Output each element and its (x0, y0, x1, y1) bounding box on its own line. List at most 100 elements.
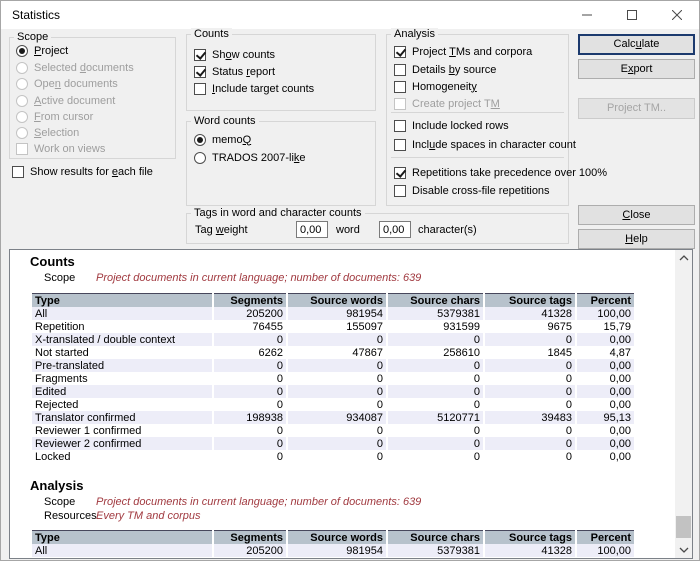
checkbox-show-counts[interactable]: Show counts (194, 47, 275, 62)
table-row: Edited00000,00 (32, 385, 634, 398)
table-row: All205200981954537938141328100,00 (32, 307, 634, 320)
table-cell: 0,00 (577, 372, 634, 385)
scrollbar-down-button[interactable] (675, 542, 692, 558)
table-cell: 0 (485, 398, 575, 411)
table-cell: 5379381 (388, 307, 483, 320)
table-cell: 0,00 (577, 385, 634, 398)
counts-group-label: Counts (191, 28, 232, 40)
radio-from-cursor[interactable]: From cursor (16, 109, 93, 124)
checkbox-homogeneity[interactable]: Homogeneity (394, 79, 477, 94)
radio-indicator (194, 134, 206, 146)
tag-weight-char-input[interactable] (379, 221, 411, 238)
scrollbar-up-button[interactable] (675, 250, 692, 266)
checkbox-label: Homogeneity (412, 81, 477, 93)
minimize-button[interactable] (564, 1, 609, 29)
table-cell: 0 (485, 450, 575, 463)
checkbox-label: Details by source (412, 64, 496, 76)
close-button[interactable] (654, 1, 699, 29)
table-cell: 0 (485, 372, 575, 385)
table-cell: 0 (485, 437, 575, 450)
table-cell: 47867 (288, 346, 386, 359)
checkbox-include-locked-rows[interactable]: Include locked rows (394, 118, 509, 133)
checkbox-label: Work on views (34, 143, 105, 155)
results-scrollbar[interactable] (675, 250, 692, 558)
help-button[interactable]: Help (578, 229, 695, 249)
radio-active-document[interactable]: Active document (16, 93, 115, 108)
counts-scope-label: Scope (44, 272, 75, 284)
close-button-action[interactable]: Close (578, 205, 695, 225)
table-cell: 5379381 (388, 544, 483, 557)
table-cell: 0 (214, 437, 286, 450)
checkbox-details-by-source[interactable]: Details by source (394, 62, 496, 77)
checkbox-indicator (394, 46, 406, 58)
radio-memoq[interactable]: memoQ (194, 132, 251, 147)
table-cell: Reviewer 2 confirmed (32, 437, 212, 450)
column-header: Source words (288, 530, 386, 544)
table-cell: Locked (32, 450, 212, 463)
table-cell: 0 (288, 437, 386, 450)
column-header: Source chars (388, 530, 483, 544)
table-cell: 205200 (214, 307, 286, 320)
close-icon (672, 10, 682, 20)
column-header: Percent (577, 293, 634, 307)
table-cell: 9675 (485, 320, 575, 333)
table-row: Fragments00000,00 (32, 372, 634, 385)
separator (391, 157, 564, 158)
radio-indicator (16, 95, 28, 107)
table-cell: 981954 (288, 307, 386, 320)
radio-label: Selected documents (34, 62, 134, 74)
radio-label: TRADOS 2007-like (212, 152, 306, 164)
table-cell: 0 (214, 372, 286, 385)
table-cell: All (32, 544, 212, 557)
radio-selected-documents[interactable]: Selected documents (16, 60, 134, 75)
checkbox-show-results-each-file[interactable]: Show results for each file (12, 164, 153, 179)
project-tm-button[interactable]: Project TM.. (578, 98, 695, 119)
titlebar[interactable]: Statistics (1, 1, 699, 29)
maximize-button[interactable] (609, 1, 654, 29)
scrollbar-thumb[interactable] (676, 516, 691, 538)
table-cell: Fragments (32, 372, 212, 385)
table-cell: 0 (288, 372, 386, 385)
checkbox-label: Create project TM (412, 98, 500, 110)
checkbox-label: Repetitions take precedence over 100% (412, 167, 607, 179)
checkbox-status-report[interactable]: Status report (194, 64, 275, 79)
tags-group-label: Tags in word and character counts (191, 207, 365, 219)
table-row: Translator confirmed19893893408751207713… (32, 411, 634, 424)
checkbox-label: Show results for each file (30, 166, 153, 178)
table-cell: 0 (388, 398, 483, 411)
checkbox-label: Status report (212, 66, 275, 78)
export-button[interactable]: Export (578, 59, 695, 79)
checkbox-work-on-views[interactable]: Work on views (16, 141, 105, 156)
table-row: Reviewer 2 confirmed00000,00 (32, 437, 634, 450)
tag-weight-word-input[interactable] (296, 221, 328, 238)
table-cell: 41328 (485, 544, 575, 557)
checkbox-label: Include target counts (212, 83, 314, 95)
radio-open-documents[interactable]: Open documents (16, 76, 118, 91)
table-cell: 0 (214, 359, 286, 372)
radio-indicator (194, 152, 206, 164)
analysis-heading: Analysis (30, 478, 83, 493)
checkbox-include-spaces-in-character-count[interactable]: Include spaces in character count (394, 137, 576, 152)
word-unit-label: word (336, 224, 360, 236)
table-cell: 198938 (214, 411, 286, 424)
table-cell: 6262 (214, 346, 286, 359)
table-cell: Rejected (32, 398, 212, 411)
column-header: Source tags (485, 530, 575, 544)
table-row: X-translated / double context00000,00 (32, 333, 634, 346)
checkbox-create-project-tm[interactable]: Create project TM (394, 96, 500, 111)
table-cell: 100,00 (577, 307, 634, 320)
checkbox-indicator (194, 83, 206, 95)
table-cell: Pre-translated (32, 359, 212, 372)
radio-trados-2007-like[interactable]: TRADOS 2007-like (194, 150, 306, 165)
radio-project[interactable]: Project (16, 43, 68, 58)
table-cell: 0 (388, 359, 483, 372)
checkbox-include-target-counts[interactable]: Include target counts (194, 81, 314, 96)
checkbox-disable-cross-file-repetitions[interactable]: Disable cross-file repetitions (394, 183, 550, 198)
checkbox-repetitions-take-precedence[interactable]: Repetitions take precedence over 100% (394, 165, 607, 180)
calculate-button[interactable]: Calculate (578, 34, 695, 55)
checkbox-project-tms-and-corpora[interactable]: Project TMs and corpora (394, 44, 532, 59)
checkbox-indicator (394, 81, 406, 93)
radio-selection[interactable]: Selection (16, 125, 79, 140)
character-unit-label: character(s) (418, 224, 477, 236)
table-header-row: TypeSegmentsSource wordsSource charsSour… (32, 530, 634, 544)
